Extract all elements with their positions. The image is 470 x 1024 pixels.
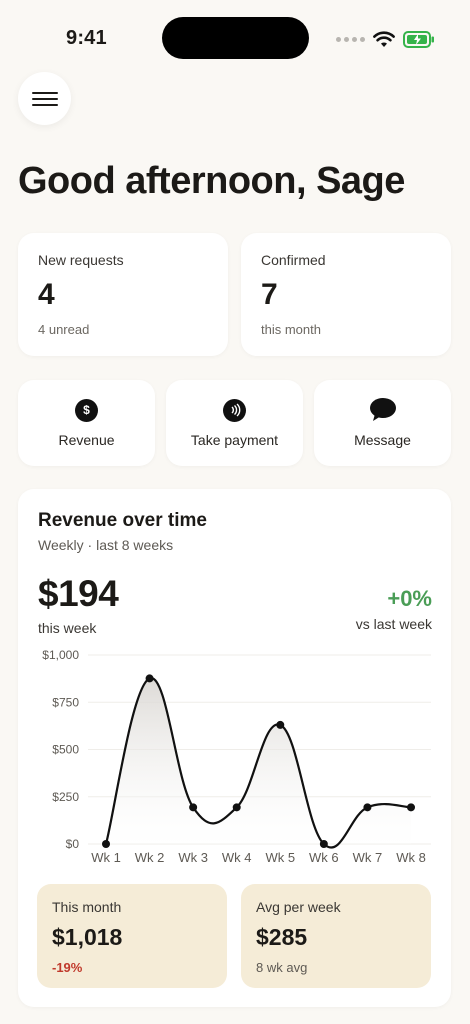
action-label: Take payment: [190, 431, 279, 448]
data-point: [232, 803, 241, 812]
dynamic-island: [162, 17, 309, 59]
revenue-value: $194: [38, 573, 119, 614]
cellular-signal-icon: [336, 36, 365, 42]
stat-label: Confirmed: [261, 252, 326, 268]
menu-button[interactable]: [18, 72, 71, 125]
y-tick-label: $250: [52, 790, 79, 804]
status-time: 9:41: [66, 27, 107, 49]
summary-label: This month: [52, 899, 122, 915]
stat-value: 4: [38, 278, 55, 311]
revenue-line-chart: $0 $250 $500 $750 $1,000 Wk 1 Wk 2 Wk 3 Wk 4 Wk …: [42, 648, 431, 865]
status-bar: 9:41: [0, 0, 470, 76]
y-tick-label: $0: [66, 837, 80, 851]
data-point: [189, 803, 198, 812]
y-tick-label: $1,000: [42, 648, 79, 662]
y-tick-label: $500: [52, 743, 79, 757]
chart-area-fill: [106, 678, 411, 848]
x-tick-label: Wk 1: [91, 850, 121, 865]
x-tick-label: Wk 6: [309, 850, 339, 865]
confirmed-card[interactable]: Confirmed 7 this month: [241, 233, 451, 356]
data-point: [276, 720, 285, 729]
x-tick-label: Wk 7: [353, 850, 383, 865]
revenue-value-sub: this week: [38, 620, 97, 636]
data-point: [407, 803, 415, 812]
revenue-action-button[interactable]: $ Revenue: [18, 380, 155, 466]
summary-value: $1,018: [52, 924, 123, 950]
x-tick-label: Wk 3: [178, 850, 208, 865]
revenue-change-sub: vs last week: [355, 616, 432, 632]
this-month-summary: This month $1,018 -19%: [37, 884, 227, 988]
revenue-change: +0%: [387, 586, 432, 611]
dollar-icon: $: [75, 398, 98, 422]
data-point: [363, 803, 372, 812]
message-action-button[interactable]: Message: [314, 380, 451, 466]
summary-label: Avg per week: [256, 899, 341, 915]
chart-title: Revenue over time: [38, 510, 207, 531]
avg-per-week-summary: Avg per week $285 8 wk avg: [241, 884, 431, 988]
take-payment-action-button[interactable]: Take payment: [166, 380, 303, 466]
contactless-icon: [223, 398, 246, 422]
summary-sub: 8 wk avg: [256, 960, 308, 975]
stat-label: New requests: [38, 252, 124, 268]
action-label: Revenue: [58, 431, 115, 448]
chat-bubble-icon: [369, 398, 396, 421]
data-point: [319, 840, 328, 848]
page-title: Good afternoon, Sage: [18, 160, 405, 202]
summary-change: -19%: [52, 960, 83, 975]
wifi-icon: [373, 30, 395, 47]
y-tick-label: $750: [52, 695, 79, 709]
chart-subtitle: Weekly · last 8 weeks: [38, 537, 174, 553]
stat-value: 7: [261, 278, 278, 311]
new-requests-card[interactable]: New requests 4 4 unread: [18, 233, 228, 356]
x-tick-label: Wk 5: [265, 850, 295, 865]
x-tick-label: Wk 2: [135, 850, 165, 865]
revenue-chart-card: Revenue over time Weekly · last 8 weeks …: [18, 489, 451, 1007]
stat-sub: 4 unread: [38, 322, 90, 337]
x-tick-label: Wk 4: [222, 850, 252, 865]
summary-value: $285: [256, 924, 308, 950]
x-tick-label: Wk 8: [396, 850, 426, 865]
data-point: [145, 674, 154, 683]
hamburger-menu-icon: [31, 91, 58, 106]
status-icons: [336, 28, 435, 50]
stat-sub: this month: [261, 322, 321, 337]
battery-charging-icon: [403, 30, 434, 48]
action-label: Message: [354, 432, 411, 448]
data-point: [102, 840, 110, 848]
